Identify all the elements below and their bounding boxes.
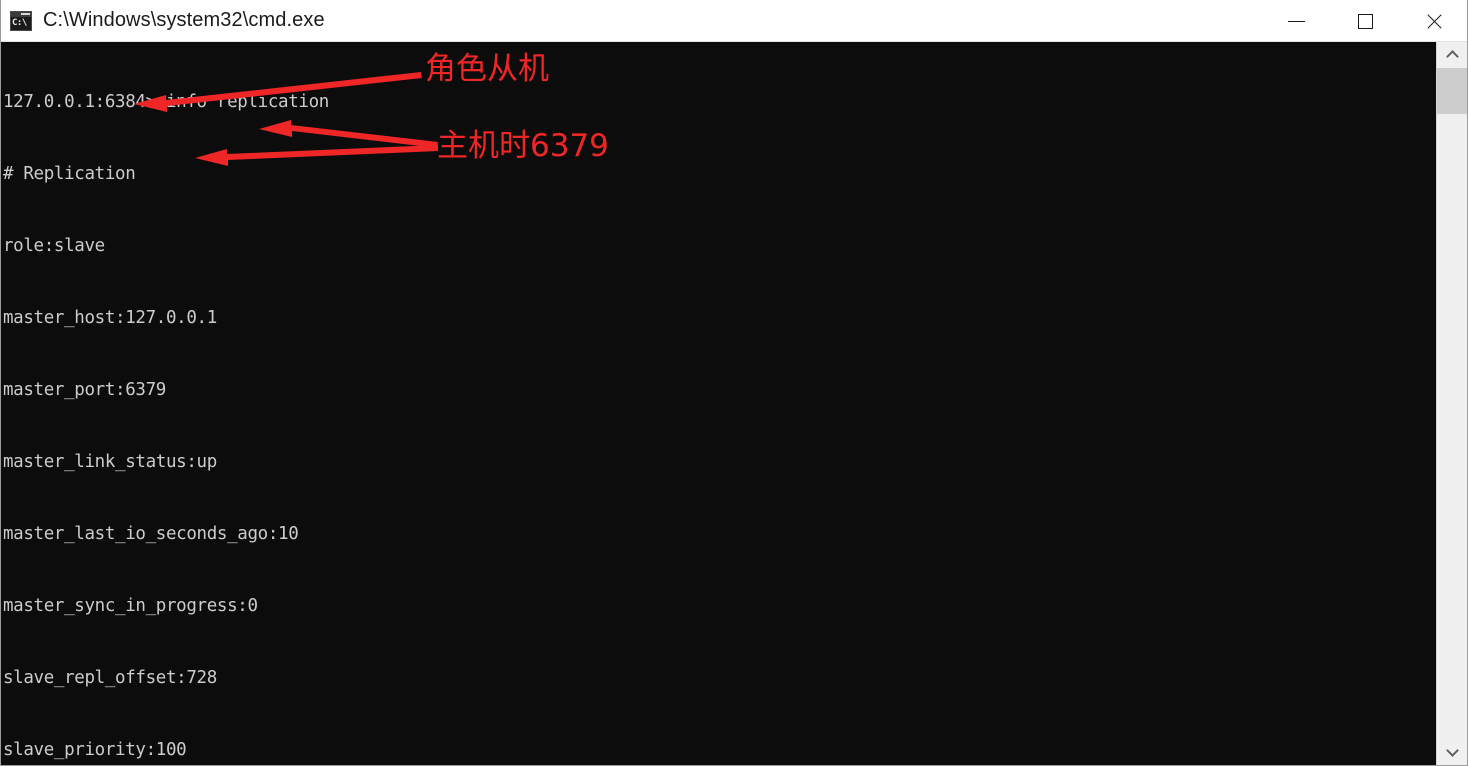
console-line: # Replication bbox=[3, 164, 136, 184]
window-controls bbox=[1262, 0, 1467, 42]
console-output-area[interactable]: 127.0.0.1:6384> info replication # Repli… bbox=[1, 42, 1438, 765]
scroll-down-button[interactable] bbox=[1437, 739, 1467, 765]
console-line: master_link_status:up bbox=[3, 452, 217, 472]
chevron-up-icon bbox=[1445, 50, 1459, 63]
console-line: slave_repl_offset:728 bbox=[3, 668, 217, 688]
chevron-down-icon bbox=[1445, 744, 1459, 757]
minimize-button[interactable] bbox=[1262, 0, 1331, 42]
window-title: C:\Windows\system32\cmd.exe bbox=[43, 9, 325, 31]
title-bar[interactable]: C:\ C:\Windows\system32\cmd.exe bbox=[1, 0, 1467, 42]
console-line: 127.0.0.1:6384> info replication bbox=[3, 92, 329, 112]
console-line: master_last_io_seconds_ago:10 bbox=[3, 524, 299, 544]
scrollbar-thumb[interactable] bbox=[1437, 68, 1467, 114]
minimize-icon bbox=[1288, 20, 1305, 22]
console-text: 127.0.0.1:6384> info replication # Repli… bbox=[3, 42, 563, 765]
icon-prompt-text: C:\ bbox=[11, 16, 31, 30]
maximize-button[interactable] bbox=[1331, 0, 1400, 42]
cmd-window: C:\ C:\Windows\system32\cmd.exe 127.0.0.… bbox=[0, 0, 1468, 766]
cmd-console-icon: C:\ bbox=[10, 10, 32, 31]
console-line: role:slave bbox=[3, 236, 105, 256]
console-line: master_port:6379 bbox=[3, 380, 166, 400]
maximize-icon bbox=[1358, 13, 1373, 29]
close-button[interactable] bbox=[1400, 0, 1467, 42]
console-line: master_host:127.0.0.1 bbox=[3, 308, 217, 328]
console-line: master_sync_in_progress:0 bbox=[3, 596, 258, 616]
scroll-up-button[interactable] bbox=[1437, 42, 1467, 68]
vertical-scrollbar[interactable] bbox=[1436, 42, 1467, 765]
close-icon bbox=[1425, 12, 1444, 31]
console-line: slave_priority:100 bbox=[3, 740, 187, 760]
